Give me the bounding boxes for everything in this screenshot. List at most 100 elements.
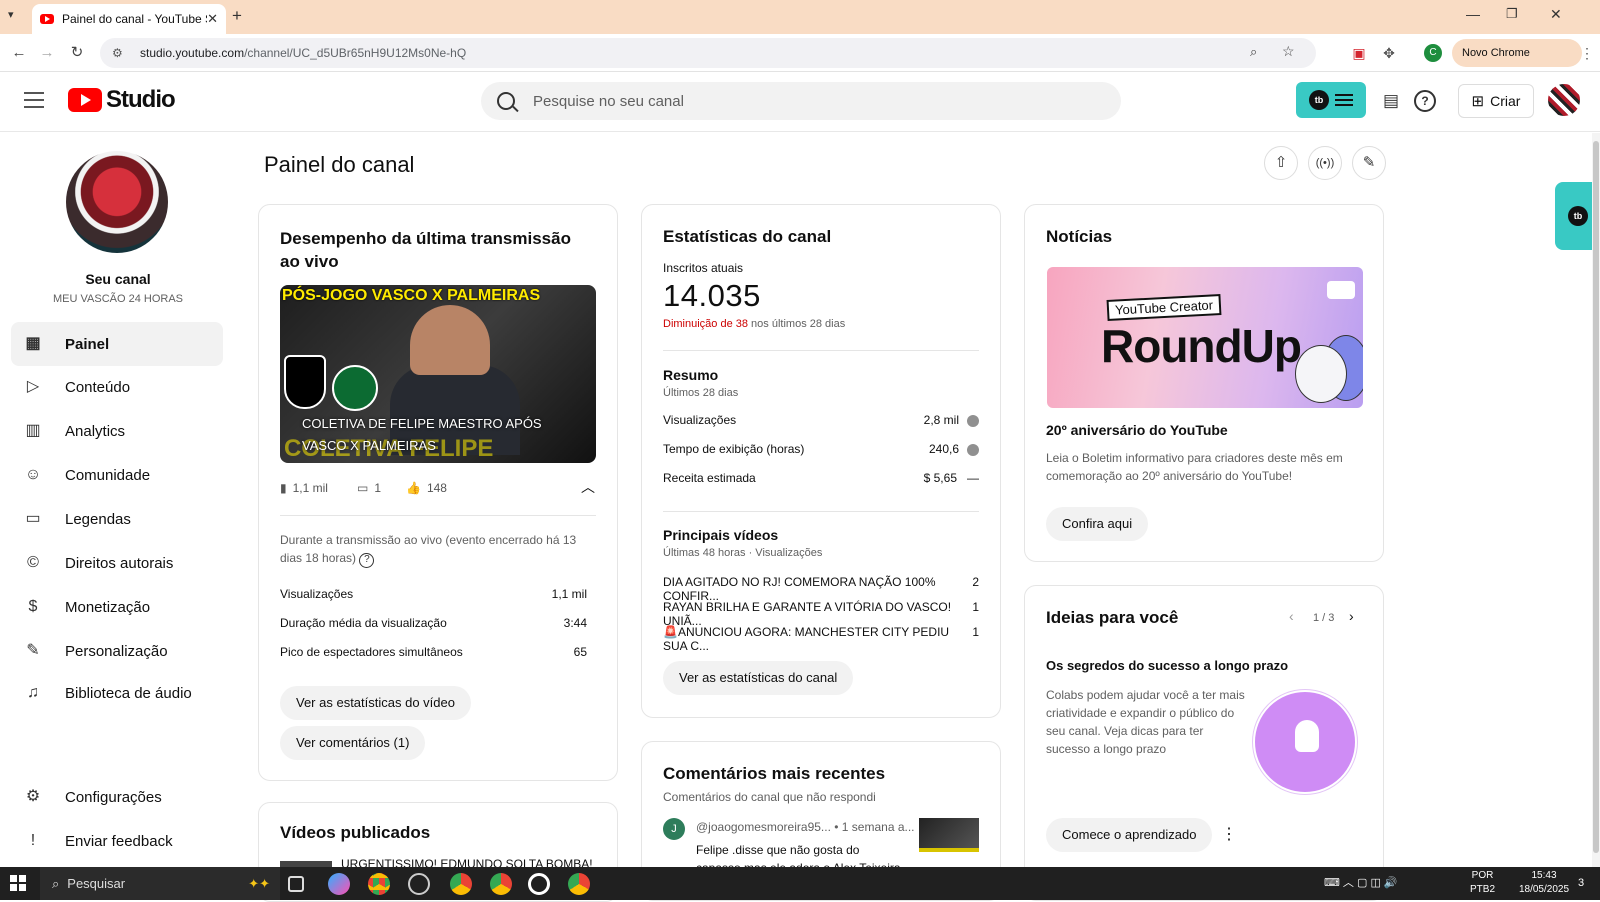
windows-taskbar: ⌕ Pesquisar ✦✦ ⌨ ︿ ▢ ◫ 🔊 POR PTB2 15:43 18/0… — [0, 867, 1600, 900]
windows-start-icon[interactable] — [10, 875, 26, 891]
tab-list-button[interactable]: ▾ — [8, 8, 14, 21]
language-indicator[interactable]: POR PTB2 — [1470, 869, 1495, 897]
subtitles-icon: ▭ — [25, 510, 41, 527]
sidebar-item-personalizacao[interactable]: ✎ Personalização — [11, 629, 223, 673]
top-video-title: 🚨ANUNCIOU AGORA: MANCHESTER CITY PEDIU S… — [663, 625, 950, 653]
chrome-profile-icon[interactable] — [568, 873, 590, 895]
metric-label: Duração média da visualização — [280, 616, 447, 630]
browser-tab[interactable]: Painel do canal - YouTube Studio ✕ — [32, 4, 226, 34]
palmeiras-crest-icon — [332, 365, 378, 411]
likes-count: 148 — [426, 481, 447, 495]
info-help-icon[interactable]: ? — [359, 553, 375, 568]
bookmark-star-icon[interactable]: ☆ — [1282, 43, 1295, 60]
channel-search-input[interactable]: Pesquise no seu canal — [481, 82, 1121, 120]
sidebar-item-analytics[interactable]: ▥ Analytics — [11, 409, 223, 453]
more-options-icon[interactable]: ⋮ — [1221, 824, 1237, 844]
create-button[interactable]: ⊞ Criar — [1458, 84, 1534, 118]
taskbar-search[interactable]: ⌕ Pesquisar ✦✦ — [40, 867, 280, 900]
top-video-row[interactable]: 🚨ANUNCIOU AGORA: MANCHESTER CITY PEDIU S… — [663, 625, 979, 653]
go-live-button[interactable]: ((•)) — [1308, 146, 1342, 180]
sidebar-item-label: Comunidade — [65, 466, 151, 484]
copilot-icon[interactable] — [328, 873, 350, 895]
metric-row: Duração média da visualização 3:44 — [280, 616, 587, 630]
sidebar-item-configuracoes[interactable]: ⚙ Configurações — [11, 775, 223, 819]
sparkle-icon: ✦✦ — [248, 875, 270, 891]
page-scrollbar[interactable] — [1592, 133, 1600, 867]
messages-icon[interactable]: ▤ — [1380, 90, 1402, 112]
tubebuddy-button[interactable]: tb — [1296, 82, 1366, 118]
top-video-row[interactable]: DIA AGITADO NO RJ! COMEMORA NAÇÃO 100% C… — [663, 575, 979, 603]
extensions-puzzle-icon[interactable]: ✥ — [1380, 44, 1398, 62]
metric-value: 65 — [573, 645, 587, 659]
sidebar-item-legendas[interactable]: ▭ Legendas — [11, 497, 223, 541]
account-avatar[interactable] — [1548, 84, 1580, 116]
studio-header: Studio Pesquise no seu canal tb ▤ ? ⊞ Cr… — [0, 72, 1600, 132]
channel-avatar[interactable] — [66, 151, 168, 253]
comment-video-thumbnail[interactable] — [919, 818, 979, 852]
channel-handle: MEU VASCÃO 24 HORAS — [53, 293, 183, 305]
news-cta-button[interactable]: Confira aqui — [1046, 507, 1149, 541]
comment-author[interactable]: @joaogomesmoreira95... — [696, 820, 831, 834]
video-stats-button[interactable]: Ver as estatísticas do vídeo — [280, 686, 471, 720]
sidebar-item-monetizacao[interactable]: $ Monetização — [11, 585, 223, 629]
forward-icon[interactable]: → — [36, 42, 58, 64]
app-circle-icon[interactable] — [408, 873, 430, 895]
channel-stats-button[interactable]: Ver as estatísticas do canal — [663, 661, 854, 695]
news-image[interactable]: YouTube Creator RoundUp — [1047, 267, 1363, 408]
views-short: 1,1 mil — [292, 481, 328, 495]
extension-red-icon[interactable]: ▣ — [1350, 44, 1368, 62]
comments-short: 1 — [374, 481, 382, 495]
chrome-profile-icon[interactable] — [450, 873, 472, 895]
ideas-next-chevron-icon[interactable]: › — [1349, 608, 1354, 624]
reload-icon[interactable]: ↻ — [66, 42, 88, 64]
clock-date: 18/05/2025 — [1518, 884, 1570, 895]
site-settings-icon[interactable]: ⚙ — [112, 46, 128, 60]
back-icon[interactable]: ← — [8, 42, 30, 64]
close-window-button[interactable]: ✕ — [1550, 6, 1562, 23]
chrome-icon[interactable] — [368, 873, 390, 895]
upload-button[interactable]: ⇧ — [1264, 146, 1298, 180]
copyright-icon: © — [27, 554, 39, 571]
system-tray-icons[interactable]: ⌨ ︿ ▢ ◫ 🔊 — [1324, 876, 1398, 890]
help-icon[interactable]: ? — [1414, 90, 1436, 112]
sidebar-item-direitos[interactable]: © Direitos autorais — [11, 541, 223, 585]
feedback-icon: ! — [30, 832, 36, 849]
collapse-chevron-up-icon[interactable]: ︿ — [581, 477, 595, 497]
live-note-text: Durante a transmissão ao vivo (evento en… — [280, 533, 577, 565]
new-tab-button[interactable]: + — [232, 6, 242, 26]
sidebar-item-feedback[interactable]: ! Enviar feedback — [11, 819, 223, 863]
top-video-views: 2 — [972, 575, 979, 589]
chrome-menu-icon[interactable]: ⋮ — [1578, 44, 1596, 62]
restore-button[interactable]: ❐ — [1506, 6, 1518, 22]
sidebar-item-label: Enviar feedback — [65, 832, 173, 850]
sidebar-item-label: Biblioteca de áudio — [65, 684, 192, 702]
summary-row: Receita estimada $ 5,65 — — [663, 471, 979, 485]
view-comments-button[interactable]: Ver comentários (1) — [280, 726, 426, 760]
live-video-thumbnail[interactable]: PÓS-JOGO VASCO X PALMEIRAS COLETIVA FELI… — [280, 285, 596, 463]
app-ring-icon[interactable] — [528, 873, 550, 895]
create-post-button[interactable]: ✎ — [1352, 146, 1386, 180]
top-video-row[interactable]: RAYAN BRILHA E GARANTE A VITÓRIA DO VASC… — [663, 600, 979, 628]
minimize-button[interactable]: — — [1466, 6, 1480, 22]
task-view-icon[interactable] — [288, 876, 304, 892]
notification-icon[interactable]: 3 — [1578, 876, 1584, 890]
url-field[interactable]: ⚙ studio.youtube.com/channel/UC_d5UBr65n… — [100, 38, 1316, 68]
sidebar-item-label: Conteúdo — [65, 378, 131, 396]
profile-icon[interactable]: C — [1424, 44, 1442, 62]
sidebar-item-label: Monetização — [65, 598, 151, 616]
studio-logo[interactable]: Studio — [68, 86, 176, 114]
sidebar-item-painel[interactable]: ▦ Painel — [11, 322, 223, 366]
sidebar-item-conteudo[interactable]: ▷ Conteúdo — [11, 365, 223, 409]
commenter-avatar[interactable]: J — [663, 818, 685, 840]
sidebar-item-comunidade[interactable]: ☺ Comunidade — [11, 453, 223, 497]
sidebar-item-biblioteca[interactable]: ♫ Biblioteca de áudio — [11, 671, 223, 715]
chrome-update-button[interactable]: Novo Chrome disponível — [1452, 39, 1582, 87]
clock[interactable]: 15:43 18/05/2025 — [1516, 869, 1572, 897]
zoom-icon[interactable]: ⌕ — [1250, 44, 1257, 60]
menu-hamburger-icon[interactable] — [24, 92, 44, 108]
create-video-icon: ⊞ — [1471, 93, 1485, 110]
ideas-cta-button[interactable]: Comece o aprendizado — [1046, 818, 1213, 852]
ideas-prev-chevron-icon[interactable]: ‹ — [1289, 608, 1294, 624]
close-tab-icon[interactable]: ✕ — [207, 11, 218, 27]
chrome-profile-icon[interactable] — [490, 873, 512, 895]
